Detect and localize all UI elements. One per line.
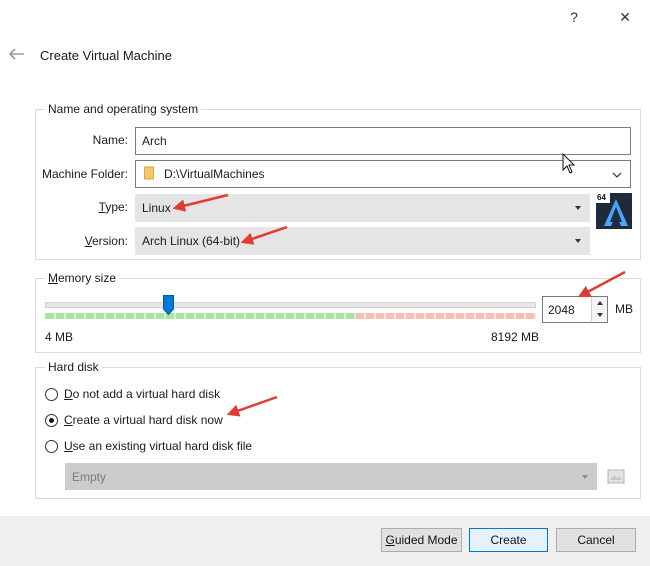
annotation-arrow-memory — [577, 270, 626, 298]
annotation-arrow-version — [240, 225, 288, 245]
mouse-cursor-icon — [562, 152, 576, 178]
annotation-arrows — [172, 193, 626, 417]
annotation-arrow-type — [172, 193, 229, 212]
annotation-arrow-create-disk — [226, 395, 278, 417]
